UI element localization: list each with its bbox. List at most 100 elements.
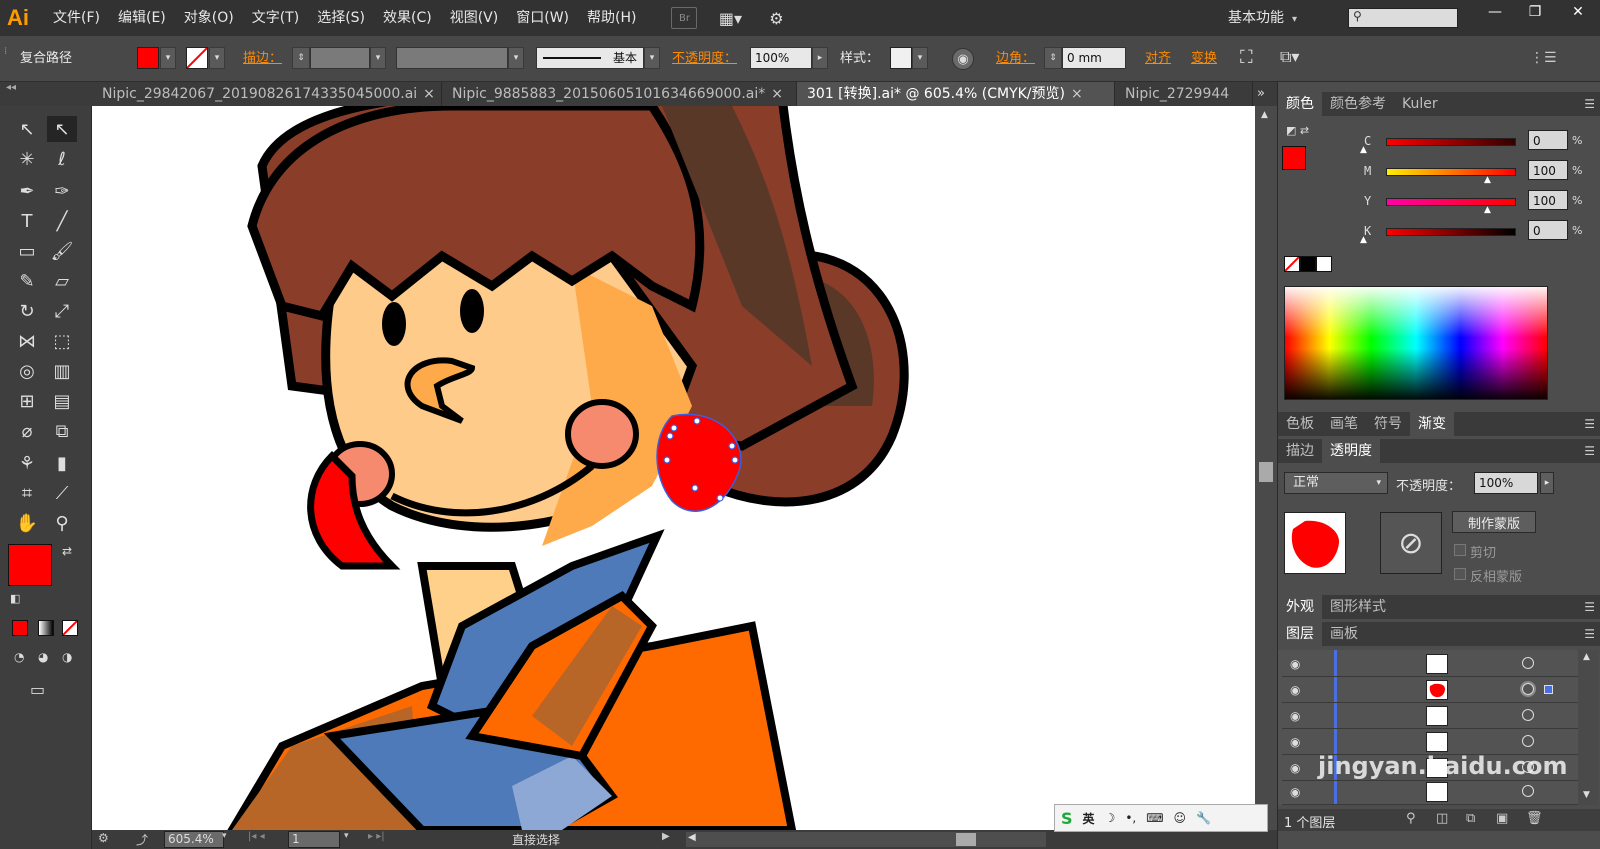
export-icon[interactable]: ⤴ [136, 831, 148, 848]
magic-wand-tool-icon[interactable]: ✳ [12, 146, 42, 172]
hscroll-thumb[interactable] [956, 833, 976, 846]
layer-row[interactable]: ◉ [1282, 704, 1578, 729]
recolor-artwork-icon[interactable]: ◉ [952, 48, 974, 70]
menu-type[interactable]: 文字(T) [243, 0, 308, 36]
scroll-up-icon[interactable]: ▲ [1583, 652, 1590, 662]
zoom-tool-icon[interactable]: ⚲ [47, 510, 77, 536]
gpu-status-icon[interactable]: ⚙ [98, 831, 109, 845]
free-transform-tool-icon[interactable]: ⬚ [47, 328, 77, 354]
white-color-chip[interactable] [1316, 256, 1332, 272]
brush-definition-field[interactable]: 基本 [536, 47, 644, 69]
gradient-mode-button[interactable] [38, 620, 54, 636]
lasso-tool-icon[interactable]: ℓ [47, 146, 77, 172]
layer-row[interactable]: ◉ [1282, 652, 1578, 677]
target-circle-icon[interactable] [1522, 657, 1534, 669]
tab-appearance[interactable]: 外观 [1278, 595, 1322, 619]
tab-gradient[interactable]: 渐变 [1410, 412, 1454, 436]
c-slider[interactable] [1386, 138, 1516, 146]
tab-doc-2[interactable]: Nipic_9885883_20150605101634669000.ai* × [442, 82, 797, 106]
k-slider[interactable] [1386, 228, 1516, 236]
tab-color[interactable]: 颜色 [1278, 92, 1322, 116]
transparency-panel-menu-icon[interactable]: ☰ [1584, 444, 1595, 458]
variable-width-dropdown[interactable]: ▾ [508, 47, 524, 69]
gpu-performance-icon[interactable]: ⚙ [763, 7, 789, 29]
workspace-switcher[interactable]: 基本功能 ▾ [1228, 0, 1297, 36]
moon-icon[interactable]: ☽ [1105, 811, 1116, 825]
last-artboard-icon[interactable]: ▸ ▸| [368, 831, 385, 842]
fill-color-box[interactable] [8, 544, 52, 586]
pen-tool-icon[interactable]: ✒ [12, 178, 42, 204]
tab-swatches[interactable]: 色板 [1278, 412, 1322, 436]
layers-scrollbar[interactable]: ▲ ▼ [1578, 650, 1598, 805]
eyedropper-tool-icon[interactable]: ⌀ [12, 418, 42, 444]
tab-doc-3[interactable]: 301 [转换].ai* @ 605.4% (CMYK/预览) × [797, 82, 1115, 106]
scroll-up-icon[interactable]: ▲ [1261, 110, 1268, 120]
transparency-opacity-field[interactable]: 100% [1474, 472, 1538, 494]
object-thumbnail[interactable] [1284, 512, 1346, 574]
menu-help[interactable]: 帮助(H) [578, 0, 645, 36]
panel-menu-icon[interactable]: ⋮☰ [1530, 50, 1557, 66]
tab-transparency[interactable]: 透明度 [1322, 439, 1380, 463]
graphic-style-dropdown[interactable]: ▾ [912, 47, 928, 69]
artboard-field[interactable]: 1 [288, 831, 340, 848]
scale-tool-icon[interactable]: ⤢ [47, 298, 77, 324]
column-graph-tool-icon[interactable]: ▮ [47, 450, 77, 476]
rotate-tool-icon[interactable]: ↻ [12, 298, 42, 324]
artboard-tool-icon[interactable]: ⌗ [12, 480, 42, 506]
visibility-eye-icon[interactable]: ◉ [1290, 761, 1300, 775]
scroll-thumb[interactable] [1259, 462, 1273, 482]
selection-indicator[interactable] [1544, 685, 1553, 694]
ime-lang-label[interactable]: 英 [1083, 810, 1095, 827]
tab-kuler[interactable]: Kuler [1394, 92, 1446, 116]
ime-toolbar[interactable]: S 英 ☽ •, ⌨ ☺ 🔧 [1054, 804, 1268, 832]
selection-tool-icon[interactable]: ↖ [12, 116, 42, 142]
tab-layers[interactable]: 图层 [1278, 622, 1322, 646]
swap-fill-stroke-icon[interactable]: ⇄ [62, 544, 72, 558]
y-value-field[interactable]: 100 [1528, 190, 1568, 210]
menu-object[interactable]: 对象(O) [175, 0, 243, 36]
new-sublayer-icon[interactable]: ⧉ [1466, 811, 1475, 826]
tab-overflow-icon[interactable]: » [1253, 82, 1265, 106]
user-icon[interactable]: ☺ [1174, 811, 1187, 825]
punctuation-icon[interactable]: •, [1125, 811, 1136, 825]
m-slider-handle-icon[interactable]: ▲ [1484, 175, 1491, 185]
layer-row-selected[interactable]: ◉ [1282, 678, 1578, 703]
m-slider[interactable] [1386, 168, 1516, 176]
visibility-eye-icon[interactable]: ◉ [1290, 657, 1300, 671]
eraser-tool-icon[interactable]: ▱ [47, 268, 77, 294]
mesh-tool-icon[interactable]: ⊞ [12, 388, 42, 414]
color-panel-menu-icon[interactable]: ☰ [1584, 97, 1595, 111]
close-button[interactable]: ✕ [1556, 0, 1600, 24]
y-slider-handle-icon[interactable]: ▲ [1484, 205, 1491, 215]
target-circle-icon[interactable] [1522, 785, 1534, 797]
k-slider-handle-icon[interactable]: ▲ [1360, 235, 1367, 245]
pencil-tool-icon[interactable]: ✎ [12, 268, 42, 294]
gradient-tool-icon[interactable]: ▤ [47, 388, 77, 414]
tab-graphic-styles[interactable]: 图形样式 [1322, 595, 1394, 619]
target-circle-icon[interactable] [1522, 709, 1534, 721]
layer-row[interactable]: ◉ [1282, 780, 1578, 805]
close-tab-icon[interactable]: × [423, 86, 435, 102]
visibility-eye-icon[interactable]: ◉ [1290, 735, 1300, 749]
opacity-slider-button[interactable]: ▸ [812, 47, 828, 69]
menu-effect[interactable]: 效果(C) [374, 0, 441, 36]
tab-artboards[interactable]: 画板 [1322, 622, 1366, 646]
status-menu-icon[interactable]: ▶ [662, 831, 670, 842]
fill-stroke-mini-icon[interactable]: ◩ ⇄ [1286, 124, 1309, 137]
stroke-weight-stepper[interactable]: ⇕ [292, 47, 310, 69]
default-colors-icon[interactable]: ◧ [10, 592, 20, 605]
menu-select[interactable]: 选择(S) [308, 0, 374, 36]
layers-panel-menu-icon[interactable]: ☰ [1584, 627, 1595, 641]
symbol-sprayer-tool-icon[interactable]: ⚘ [12, 450, 42, 476]
make-mask-button[interactable]: 制作蒙版 [1452, 511, 1536, 533]
stroke-weight-field[interactable] [310, 47, 370, 69]
tab-doc-4[interactable]: Nipic_2729944 [1115, 82, 1253, 106]
opacity-label[interactable]: 不透明度： [672, 48, 737, 70]
direct-selection-tool-icon[interactable]: ↖ [47, 116, 77, 142]
zoom-dropdown-icon[interactable]: ▾ [222, 831, 227, 841]
curvature-pen-tool-icon[interactable]: ✑ [47, 178, 77, 204]
y-slider[interactable] [1386, 198, 1516, 206]
arrange-documents-icon[interactable]: ▦▾ [713, 7, 747, 29]
line-tool-icon[interactable]: ╱ [47, 208, 77, 234]
draw-behind-icon[interactable]: ◕ [38, 650, 48, 664]
